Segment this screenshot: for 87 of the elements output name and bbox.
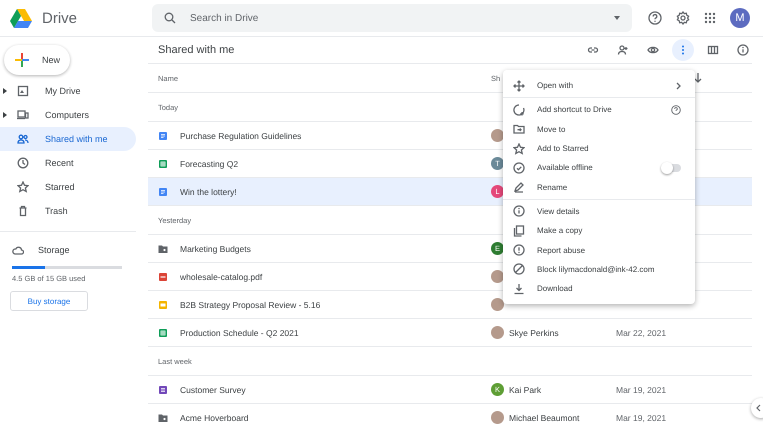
folder-icon (158, 244, 168, 254)
spreadsheet-icon (158, 328, 168, 338)
form-icon (158, 384, 168, 394)
move-arrows-icon (513, 80, 525, 92)
eye-icon (647, 44, 659, 56)
sidebar-item[interactable]: Starred (0, 175, 136, 199)
search-icon (164, 12, 176, 24)
sidebar-item[interactable]: Trash (0, 199, 136, 223)
search-bar[interactable]: Search in Drive (152, 4, 632, 32)
people-icon (17, 133, 29, 145)
alert-icon (513, 244, 525, 256)
toggle-switch[interactable] (663, 164, 681, 172)
expand-arrow-icon[interactable] (3, 112, 7, 118)
info-icon (737, 44, 749, 56)
file-name: Forecasting Q2 (180, 158, 238, 168)
pdf-icon (158, 272, 168, 282)
folder-arrow-icon (513, 123, 525, 136)
menu-item[interactable]: Add shortcut to Drive (503, 100, 695, 120)
star-icon (513, 142, 525, 155)
download-icon (513, 282, 525, 295)
settings-icon[interactable] (676, 11, 690, 25)
file-name: B2B Strategy Proposal Review - 5.16 (180, 300, 320, 310)
drive-logo-icon (10, 8, 32, 28)
document-icon (158, 186, 168, 196)
owner-avatar (491, 129, 504, 142)
file-name: Production Schedule - Q2 2021 (180, 328, 299, 338)
offline-check-icon (513, 162, 525, 174)
menu-item[interactable]: Move to (503, 120, 695, 139)
owner-avatar (491, 298, 504, 311)
page-title: Shared with me (158, 44, 236, 56)
app-name: Drive (42, 10, 78, 26)
help-icon[interactable] (671, 104, 681, 115)
document-icon (158, 130, 168, 140)
apps-grid-icon[interactable] (704, 12, 716, 24)
cloud-icon (12, 245, 24, 255)
owner-avatar (491, 326, 504, 339)
plus-icon (14, 52, 30, 68)
block-icon (513, 263, 525, 276)
chevron-right-icon (676, 82, 681, 90)
sidebar-item[interactable]: My Drive (0, 79, 136, 103)
file-name: wholesale-catalog.pdf (180, 272, 262, 282)
storage-label: Storage (38, 245, 70, 255)
modified-date: Mar 22, 2021 (616, 328, 668, 338)
search-input[interactable]: Search in Drive (188, 12, 602, 24)
file-name: Win the lottery! (180, 186, 237, 196)
clock-icon (17, 157, 29, 169)
sidebar-item[interactable]: Computers (0, 103, 136, 127)
file-row[interactable]: Acme Hoverboard Michael Beaumont Mar 19, 2021 (148, 404, 752, 428)
star-icon (17, 181, 29, 193)
menu-item[interactable]: Available offline (503, 158, 695, 178)
dropdown-caret-icon[interactable] (614, 16, 620, 20)
new-button[interactable]: New (4, 45, 70, 75)
my-drive-icon (17, 85, 29, 97)
owner-name: Michael Beaumont (509, 412, 580, 422)
sidebar-item[interactable]: Shared with me (0, 127, 136, 151)
owner-name: Skye Perkins (509, 328, 559, 338)
add-person-icon (617, 44, 629, 56)
spreadsheet-icon (158, 158, 168, 168)
owner-avatar (491, 270, 504, 283)
buy-storage-button[interactable]: Buy storage (10, 291, 88, 311)
file-name: Customer Survey (180, 384, 246, 394)
computer-icon (17, 109, 29, 121)
file-name: Marketing Budgets (180, 244, 251, 254)
file-row[interactable]: Production Schedule - Q2 2021 Skye Perkins Mar 22, 2021 (148, 319, 752, 347)
slides-icon (158, 300, 168, 310)
help-icon[interactable] (648, 11, 662, 25)
file-name: Purchase Regulation Guidelines (180, 130, 302, 140)
folder-icon (158, 412, 168, 422)
chevron-left-icon (755, 404, 761, 412)
info-icon (513, 205, 525, 218)
account-avatar[interactable]: M (730, 8, 750, 28)
trash-icon (17, 205, 29, 217)
modified-date: Mar 19, 2021 (616, 384, 668, 394)
copy-icon (513, 224, 525, 237)
menu-item[interactable]: Report abuse (503, 240, 695, 260)
sort-down-arrow-icon[interactable] (694, 73, 702, 83)
menu-item[interactable]: Open with (503, 76, 695, 96)
sidebar-item[interactable]: Recent (0, 151, 136, 175)
pencil-icon (513, 181, 525, 194)
expand-arrow-icon[interactable] (3, 88, 7, 94)
file-name: Acme Hoverboard (180, 412, 249, 422)
add-shortcut-icon (513, 104, 525, 116)
modified-date: Mar 19, 2021 (616, 412, 668, 422)
menu-item[interactable]: Rename (503, 177, 695, 197)
owner-avatar (491, 411, 504, 424)
owner-name: Kai Park (509, 384, 542, 394)
columns-icon (707, 44, 719, 56)
